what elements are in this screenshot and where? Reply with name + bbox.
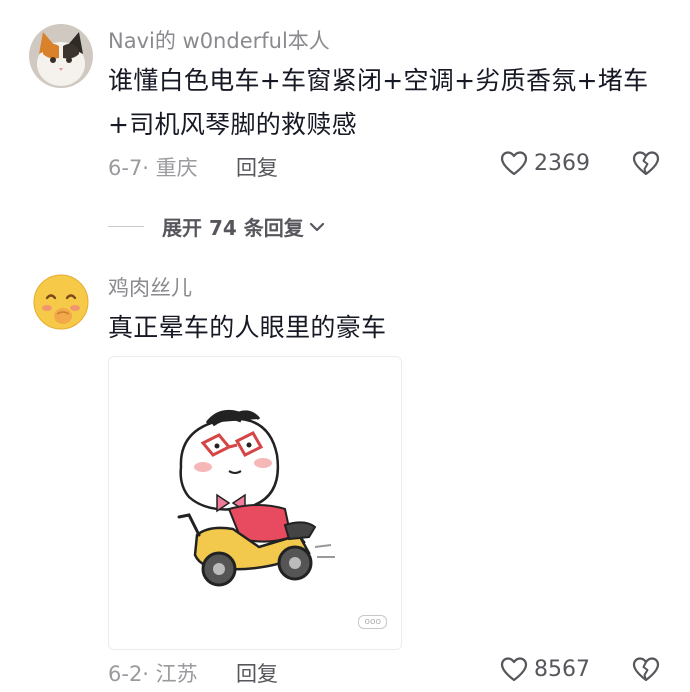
comment-image[interactable]: ooo	[108, 356, 402, 650]
meme-sticker-image	[177, 409, 335, 587]
comment-text: 谁懂白色电车+车窗紧闭+空调+劣质香氛+堵车 +司机风琴脚的救赎感	[108, 59, 668, 147]
comment-date-location: 6-2· 江苏	[108, 662, 198, 686]
broken-heart-icon	[632, 151, 660, 176]
cat-avatar-image	[29, 24, 93, 88]
like-button[interactable]: 8567	[500, 656, 590, 682]
comment-item: 鸡肉丝儿 真正晕车的人眼里的豪车 ooo 6-2· 江苏 回复 8567	[0, 262, 690, 692]
comment-text-line: +司机风琴脚的救赎感	[108, 110, 357, 139]
divider-line	[108, 226, 144, 227]
comment-text-line: 谁懂白色电车+车窗紧闭+空调+劣质香氛+堵车	[108, 66, 649, 95]
like-count: 2369	[534, 150, 590, 176]
dislike-button[interactable]	[632, 150, 660, 180]
expand-replies-button[interactable]: 展开 74 条回复	[108, 212, 326, 241]
reply-button[interactable]: 回复	[236, 658, 278, 688]
image-watermark: ooo	[358, 615, 387, 629]
emoji-avatar-image	[29, 270, 93, 334]
reply-button[interactable]: 回复	[236, 152, 278, 182]
comment-date-location: 6-7· 重庆	[108, 156, 198, 180]
avatar[interactable]	[29, 270, 93, 334]
comment-text: 真正晕车的人眼里的豪车	[108, 313, 387, 342]
comment-item: Navi的 w0nderful本人 谁懂白色电车+车窗紧闭+空调+劣质香氛+堵车…	[0, 0, 690, 200]
heart-outline-icon	[500, 657, 528, 682]
dislike-button[interactable]	[632, 656, 660, 686]
like-count: 8567	[534, 656, 590, 682]
comment-username[interactable]: Navi的 w0nderful本人	[108, 25, 330, 55]
avatar[interactable]	[29, 24, 93, 88]
broken-heart-icon	[632, 657, 660, 682]
chevron-down-icon	[309, 222, 324, 231]
heart-outline-icon	[500, 151, 528, 176]
like-button[interactable]: 2369	[500, 150, 590, 176]
expand-replies-label: 展开 74 条回复	[162, 216, 304, 240]
comment-username[interactable]: 鸡肉丝儿	[108, 272, 192, 302]
